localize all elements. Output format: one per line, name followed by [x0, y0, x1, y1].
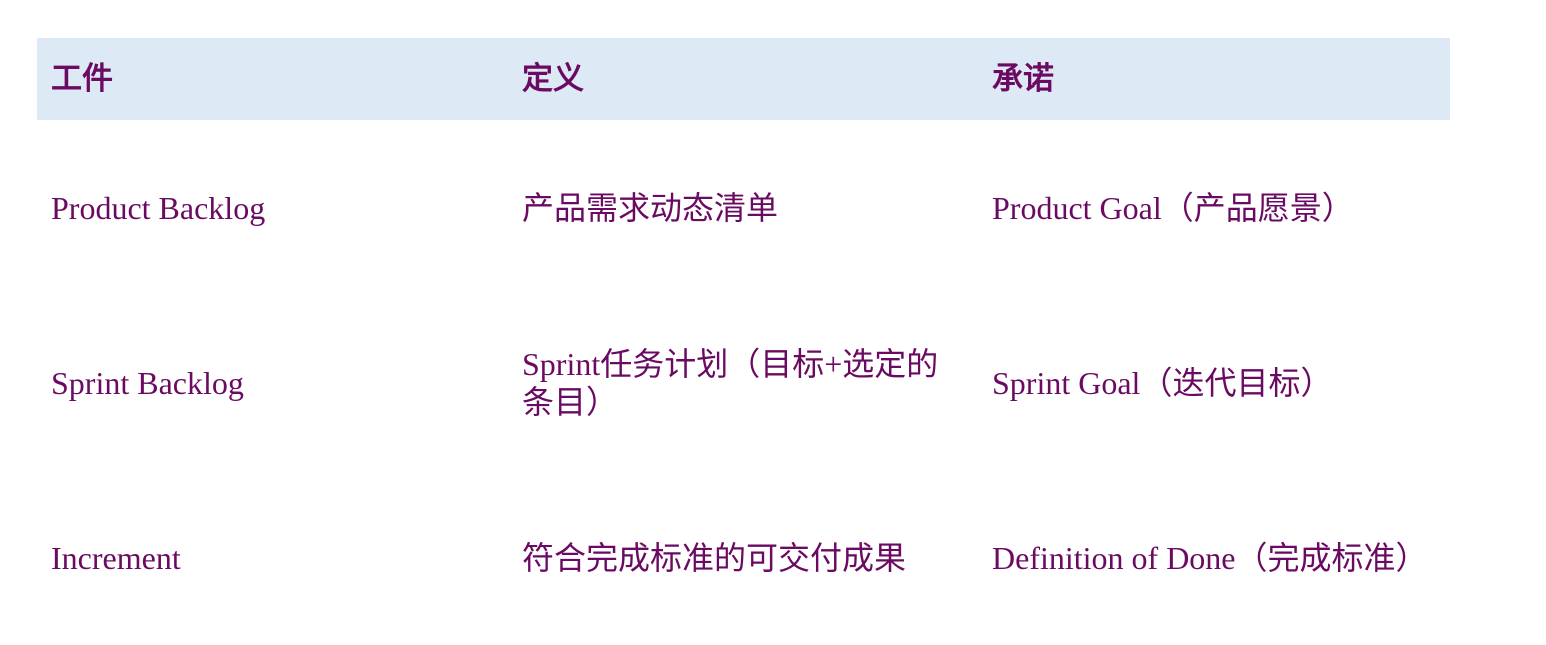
cell-text: Product Backlog	[51, 189, 266, 226]
cell-text: Sprint Goal（迭代目标）	[992, 364, 1333, 401]
cell-commitment: Product Goal（产品愿景）	[992, 120, 1447, 295]
cell-text: Increment	[51, 539, 181, 576]
cell-text: Definition of Done（完成标准）	[992, 539, 1428, 576]
cell-text: Product Goal（产品愿景）	[992, 189, 1354, 226]
cell-text: 产品需求动态清单	[522, 188, 779, 227]
header-artifact: 工件	[51, 61, 113, 97]
table-header-row: 工件 定义 承诺	[37, 38, 1450, 120]
cell-definition: 符合完成标准的可交付成果	[522, 470, 962, 645]
cell-commitment: Sprint Goal（迭代目标）	[992, 295, 1447, 470]
artifact-table: 工件 定义 承诺 Product Backlog 产品需求动态清单 Produc…	[37, 38, 1450, 645]
header-commitment: 承诺	[992, 61, 1054, 97]
cell-text: Sprint Backlog	[51, 364, 244, 401]
cell-text: 符合完成标准的可交付成果	[522, 538, 907, 577]
cell-commitment: Definition of Done（完成标准）	[992, 470, 1447, 645]
cell-artifact: Product Backlog	[51, 120, 501, 295]
cell-artifact: Sprint Backlog	[51, 295, 501, 470]
cell-text: Sprint任务计划（目标+选定的条目）	[522, 345, 939, 420]
header-definition: 定义	[522, 61, 584, 97]
cell-artifact: Increment	[51, 470, 501, 645]
cell-definition: 产品需求动态清单	[522, 120, 962, 295]
table-row: Product Backlog 产品需求动态清单 Product Goal（产品…	[37, 120, 1450, 295]
table-row: Sprint Backlog Sprint任务计划（目标+选定的条目） Spri…	[37, 295, 1450, 470]
table-row: Increment 符合完成标准的可交付成果 Definition of Don…	[37, 470, 1450, 645]
cell-definition: Sprint任务计划（目标+选定的条目）	[522, 295, 962, 470]
